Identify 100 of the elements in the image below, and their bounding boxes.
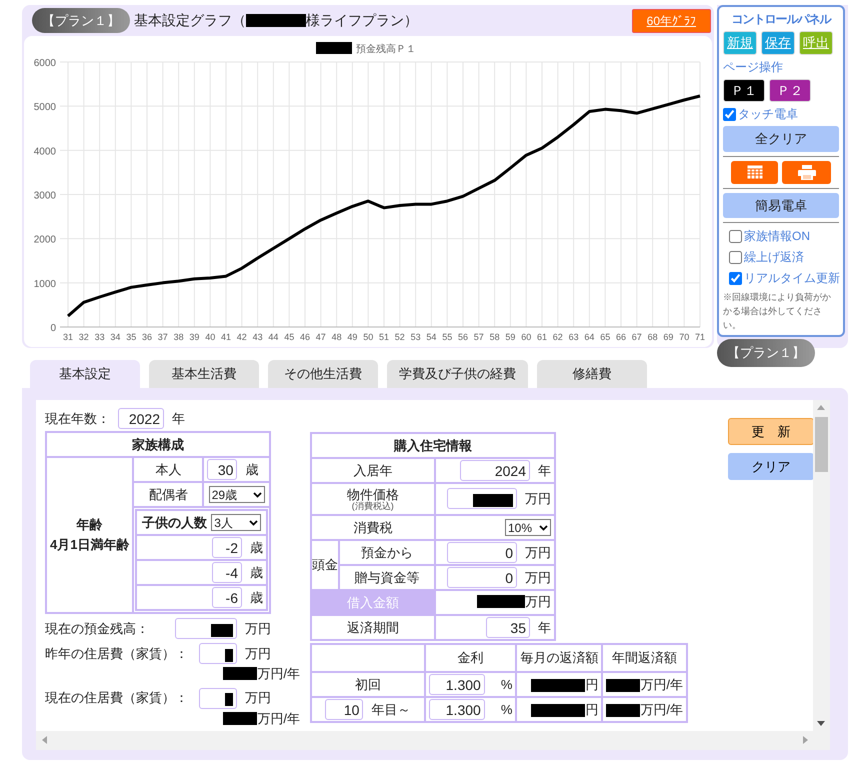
table-cell: 万円/年 — [640, 702, 683, 717]
tax-select[interactable]: 10% — [505, 519, 551, 536]
table-button[interactable] — [731, 160, 778, 184]
x-tick-label: 55 — [442, 332, 452, 342]
checkbox[interactable] — [729, 250, 742, 264]
input-field[interactable]: 2024 — [460, 460, 530, 481]
x-tick-label: 54 — [426, 332, 436, 342]
tab[interactable]: 修繕費 — [537, 360, 647, 388]
checkbox[interactable] — [729, 272, 742, 284]
x-tick-label: 37 — [158, 332, 168, 342]
notice-text: ※回線環境により負荷がかかる場合は外してください。 — [723, 291, 832, 332]
checkbox-label: リアルタイム更新 — [744, 270, 840, 287]
chevron-icon — [249, 520, 258, 526]
x-tick-label: 38 — [174, 332, 184, 342]
year-field[interactable]: 10 — [325, 698, 364, 720]
unit-label: 万円/年 — [257, 710, 300, 728]
unit-label: 万円 — [245, 689, 271, 708]
scroll-down-icon — [817, 721, 825, 726]
y-tick-label: 2000 — [34, 234, 56, 246]
x-tick-label: 67 — [632, 332, 642, 342]
clear-all-button[interactable]: 全クリア — [723, 126, 839, 152]
amount-field[interactable] — [199, 688, 237, 708]
unit-label: % — [500, 676, 512, 694]
input-field[interactable]: 35 — [486, 616, 530, 638]
panel-title: コントロールパネル — [730, 11, 832, 28]
unit-label: 万円 — [525, 490, 551, 508]
x-tick-label: 36 — [142, 332, 152, 342]
year-field[interactable]: 2022 — [118, 408, 164, 429]
unit-label: 万円 — [525, 568, 551, 586]
rate-field[interactable]: 1.300 — [428, 674, 485, 695]
field-label: 現在の住居費（家賃）： — [45, 689, 189, 708]
row-label: 頭金 — [312, 541, 338, 589]
table-cell-text: (消費税込) — [352, 502, 394, 510]
scroll-thumb — [815, 417, 828, 472]
x-tick-label: 66 — [616, 332, 626, 342]
print-button[interactable] — [782, 160, 831, 184]
unit-label: 万円 — [525, 544, 551, 562]
table-cell: 初回 — [312, 673, 424, 696]
page-button[interactable]: Ｐ１ — [723, 78, 765, 102]
chevron-icon — [252, 492, 262, 498]
unit-label: 年目～ — [371, 700, 410, 718]
unit-label: 年 — [538, 618, 551, 636]
field-label: 昨年の住居費（家賃）： — [45, 644, 189, 663]
simple-calculator-button[interactable]: 簡易電卓 — [723, 192, 839, 218]
x-tick-label: 58 — [490, 332, 500, 342]
x-tick-label: 51 — [379, 332, 389, 342]
section-label: ページ操作 — [723, 58, 784, 76]
checkbox[interactable] — [729, 230, 742, 242]
redaction-bar — [246, 14, 306, 27]
age-field[interactable]: 30 — [207, 459, 238, 480]
input-field[interactable]: 0 — [447, 542, 517, 563]
table-cell: 円 — [585, 676, 598, 692]
x-tick-label: 43 — [252, 332, 263, 342]
age-field[interactable]: -6 — [212, 586, 242, 608]
input-field[interactable]: 0 — [447, 566, 517, 588]
x-tick-label: 57 — [474, 332, 484, 342]
x-tick-label: 63 — [568, 332, 579, 342]
table-cell: 本人 — [134, 458, 202, 481]
age-select[interactable]: 29歳 — [208, 486, 265, 504]
amount-field[interactable] — [199, 643, 237, 664]
count-select[interactable]: 3人 — [211, 514, 262, 531]
plan-badge: 【プラン１】 — [717, 339, 815, 366]
y-tick-label: 6000 — [34, 58, 56, 69]
tab[interactable]: その他生活費 — [268, 360, 378, 388]
x-tick-label: 70 — [679, 332, 690, 342]
table-cell: 返済期間 — [312, 616, 434, 639]
y-tick-label: 3000 — [34, 190, 56, 202]
x-tick-label: 32 — [78, 332, 89, 342]
unit-label: % — [500, 700, 512, 718]
rate-field[interactable]: 1.300 — [428, 698, 485, 720]
amount-field[interactable] — [174, 618, 237, 639]
table-cell: 預金から — [340, 541, 434, 564]
row-label: 年齢 — [75, 516, 104, 534]
input-field[interactable] — [447, 488, 517, 510]
table-cell-text: 物件価格 — [346, 488, 400, 502]
x-tick-label: 33 — [94, 332, 105, 342]
checkbox[interactable] — [723, 108, 736, 120]
scroll-left-icon — [42, 736, 47, 744]
age-field[interactable]: -4 — [212, 562, 242, 583]
table-header: 家族構成 — [47, 433, 269, 456]
column-header: 金利 — [426, 645, 516, 671]
tab[interactable]: 基本生活費 — [149, 360, 259, 388]
clear-button[interactable]: クリア — [728, 453, 813, 480]
table-header: 子供の人数 — [142, 514, 208, 532]
age-field[interactable]: -2 — [212, 536, 242, 558]
page-button[interactable]: Ｐ２ — [769, 78, 811, 102]
tab[interactable]: 学費及び子供の経費 — [387, 360, 528, 388]
checkbox-label: タッチ電卓 — [738, 106, 798, 123]
table-cell: 万円/年 — [640, 676, 683, 692]
x-tick-label: 69 — [663, 332, 674, 342]
tab[interactable]: 基本設定 — [30, 360, 140, 388]
legend-label: 預金残高Ｐ１ — [356, 44, 416, 55]
scroll-up-icon — [817, 405, 825, 410]
x-tick-label: 47 — [316, 332, 326, 342]
table-cell: 配偶者 — [134, 483, 202, 506]
x-tick-label: 34 — [110, 332, 120, 342]
x-tick-label: 42 — [236, 332, 247, 342]
unit-label: 歳 — [250, 588, 263, 606]
y-tick-label: 4000 — [34, 146, 56, 158]
update-button[interactable]: 更 新 — [728, 418, 813, 445]
